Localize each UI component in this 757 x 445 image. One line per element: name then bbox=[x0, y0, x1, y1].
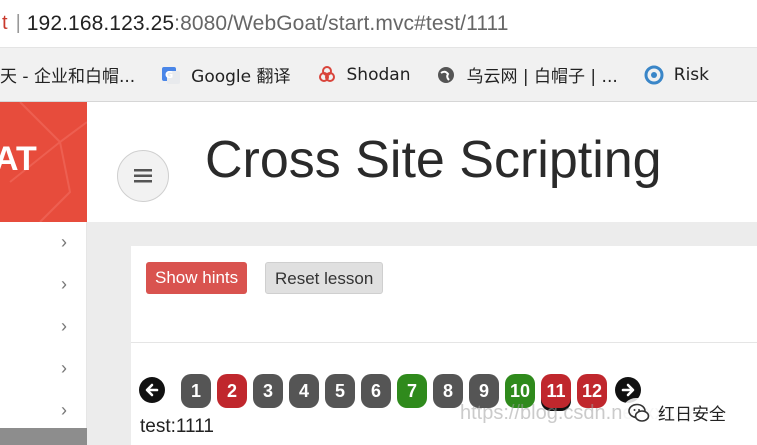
bookmark-item[interactable]: Risk bbox=[644, 65, 709, 85]
bookmark-label: Risk bbox=[673, 64, 710, 85]
url-text[interactable]: 192.168.123.25:8080/WebGoat/start.mvc#te… bbox=[27, 12, 509, 36]
browser-address-bar[interactable]: t | 192.168.123.25:8080/WebGoat/start.mvc… bbox=[0, 0, 757, 48]
page-button-3[interactable]: 3 bbox=[253, 374, 283, 408]
chevron-right-icon: › bbox=[61, 400, 67, 420]
prev-page-arrow-icon[interactable] bbox=[139, 377, 165, 403]
page-button-5[interactable]: 5 bbox=[325, 374, 355, 408]
chevron-right-icon: › bbox=[61, 232, 67, 252]
bookmark-label: 天 - 企业和白帽... bbox=[0, 67, 136, 87]
bookmark-item[interactable]: G Google 翻译 bbox=[161, 62, 291, 87]
sidebar-footer bbox=[0, 428, 87, 445]
bookmark-label: 乌云网 | 白帽子 | ... bbox=[466, 67, 618, 87]
lesson-output-text: test:1111 bbox=[140, 416, 214, 437]
sidebar: › › › › › bbox=[0, 222, 87, 445]
chevron-right-icon: › bbox=[61, 316, 67, 336]
bookmark-label: Google 翻译 bbox=[191, 67, 291, 87]
watermark-badge: 红日安全 bbox=[622, 398, 732, 427]
sidebar-item[interactable]: › bbox=[0, 390, 87, 432]
bookmarks-bar: 天 - 企业和白帽... G Google 翻译 Shodan 乌云网 | 白帽… bbox=[0, 48, 757, 102]
menu-toggle-button[interactable] bbox=[117, 150, 169, 202]
bookmark-item[interactable]: 乌云网 | 白帽子 | ... bbox=[436, 62, 618, 87]
reset-lesson-button[interactable]: Reset lesson bbox=[265, 262, 384, 294]
svg-text:G: G bbox=[165, 70, 173, 81]
bookmark-item[interactable]: Shodan bbox=[317, 64, 411, 85]
url-host: 192.168.123.25 bbox=[26, 11, 175, 35]
address-separator: t | bbox=[2, 12, 21, 34]
url-path: :8080/WebGoat/start.mvc#test/1111 bbox=[174, 11, 509, 35]
show-hints-button[interactable]: Show hints bbox=[146, 262, 248, 294]
globe-icon bbox=[436, 65, 456, 85]
sidebar-item[interactable]: › bbox=[0, 222, 87, 264]
webgoat-logo[interactable]: AT bbox=[0, 102, 87, 222]
page-button-8[interactable]: 8 bbox=[433, 374, 463, 408]
shodan-icon bbox=[317, 65, 337, 85]
bookmark-item[interactable]: 天 - 企业和白帽... bbox=[0, 62, 135, 87]
sidebar-item[interactable]: › bbox=[0, 348, 87, 390]
lesson-header: Cross Site Scripting bbox=[87, 102, 757, 222]
bookmark-label: Shodan bbox=[346, 64, 411, 85]
chevron-right-icon: › bbox=[61, 358, 67, 378]
page-button-2[interactable]: 2 bbox=[217, 374, 247, 408]
hamburger-icon bbox=[134, 169, 152, 183]
risk-icon bbox=[644, 65, 664, 85]
page-button-7[interactable]: 7 bbox=[397, 374, 427, 408]
sidebar-item[interactable]: › bbox=[0, 264, 87, 306]
watermark-badge-text: 红日安全 bbox=[658, 405, 726, 425]
page-button-6[interactable]: 6 bbox=[361, 374, 391, 408]
wechat-icon bbox=[628, 402, 650, 424]
google-translate-icon: G bbox=[161, 65, 181, 85]
chevron-right-icon: › bbox=[61, 274, 67, 294]
logo-text: AT bbox=[0, 140, 37, 178]
sidebar-item[interactable]: › bbox=[0, 306, 87, 348]
screen: t | 192.168.123.25:8080/WebGoat/start.mvc… bbox=[0, 0, 757, 445]
page-button-4[interactable]: 4 bbox=[289, 374, 319, 408]
address-prefix: t bbox=[2, 12, 8, 34]
page-button-1[interactable]: 1 bbox=[181, 374, 211, 408]
page-title: Cross Site Scripting bbox=[205, 131, 662, 189]
divider bbox=[131, 342, 757, 343]
